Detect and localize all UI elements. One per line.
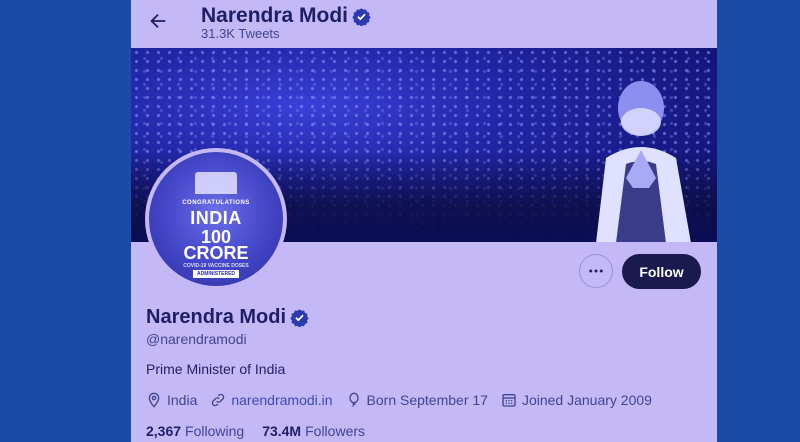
header-title: Narendra Modi [201,4,371,28]
profile-avatar[interactable]: CONGRATULATIONS INDIA 100 CRORE COVID-19… [145,148,287,290]
avatar-image: CONGRATULATIONS INDIA 100 CRORE COVID-19… [149,152,283,286]
following-stat[interactable]: 2,367 Following [146,423,244,439]
more-icon [589,269,603,273]
more-button[interactable] [579,254,613,288]
profile-bio: Prime Minister of India [146,361,286,377]
location-icon [148,392,160,408]
avatar-admin: ADMINISTERED [193,270,239,278]
avatar-unit: CRORE [183,243,249,263]
following-count: 2,367 [146,423,182,439]
profile-stats: 2,367 Following 73.4M Followers [146,423,383,439]
balloon-icon [348,392,359,407]
website-item[interactable]: narendramodi.in [210,392,333,408]
location-text: India [167,392,198,408]
followers-label: Followers [305,423,366,439]
banner-figure [596,81,691,242]
birthday-item: Born September 17 [346,392,488,408]
avatar-building [195,172,237,194]
link-icon [212,393,225,407]
follow-button[interactable]: Follow [622,254,701,289]
profile-name-row: Narendra Modi [146,306,309,329]
joined-item: Joined January 2009 [501,392,652,408]
profile-panel: Narendra Modi 31.3K Tweets CONGRATULATIO… [131,0,717,442]
location-item: India [146,392,197,408]
verified-badge-icon [290,309,309,327]
profile-handle: @narendramodi [146,331,247,347]
calendar-icon [502,394,516,407]
profile-meta: India narendramodi.in Born September 17 … [146,392,665,408]
birthday-text: Born September 17 [366,392,488,408]
tweet-count: 31.3K Tweets [201,26,280,41]
followers-count: 73.4M [262,423,302,439]
avatar-congrats: CONGRATULATIONS [182,200,250,206]
back-arrow-icon[interactable] [147,10,169,32]
profile-name: Narendra Modi [146,306,287,328]
header-name: Narendra Modi [201,4,349,27]
following-label: Following [185,423,245,439]
joined-text: Joined January 2009 [521,392,652,408]
verified-badge-icon [352,7,371,26]
followers-stat[interactable]: 73.4M Followers [262,423,365,439]
avatar-small-text: COVID-19 VACCINE DOSES [183,263,249,269]
website-link[interactable]: narendramodi.in [231,392,332,408]
avatar-country: INDIA [190,208,242,228]
